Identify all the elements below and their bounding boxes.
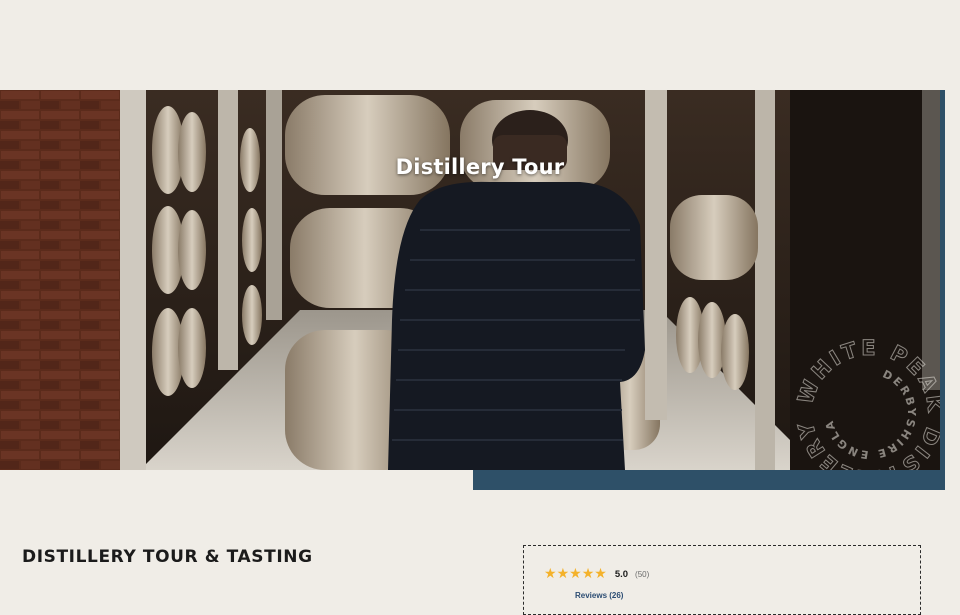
star-icon: ★ — [594, 566, 607, 582]
hero-title: Distillery Tour — [395, 155, 565, 179]
star-icon: ★ — [544, 566, 557, 582]
distillery-stamp-logo: WHITE PEAK DISTILLERY DERBYSHIRE ENGLAND — [795, 338, 940, 470]
star-icon: ★ — [556, 566, 570, 582]
star-rating[interactable]: ★ ★ ★ ★ ★ — [544, 567, 607, 581]
reviews-link[interactable]: Reviews (26) — [575, 591, 623, 600]
reviews-summary-box: ★ ★ ★ ★ ★ 5.0 (50) Reviews (26) — [523, 545, 921, 615]
hero-banner: WHITE PEAK DISTILLERY DERBYSHIRE ENGLAND — [0, 90, 940, 470]
star-icon: ★ — [569, 566, 582, 582]
rating-row: ★ ★ ★ ★ ★ 5.0 (50) — [544, 567, 649, 581]
rating-count: (50) — [635, 569, 650, 579]
star-icon: ★ — [581, 566, 595, 582]
rating-value: 5.0 — [614, 568, 629, 580]
product-title: DISTILLERY TOUR & TASTING — [22, 547, 313, 567]
